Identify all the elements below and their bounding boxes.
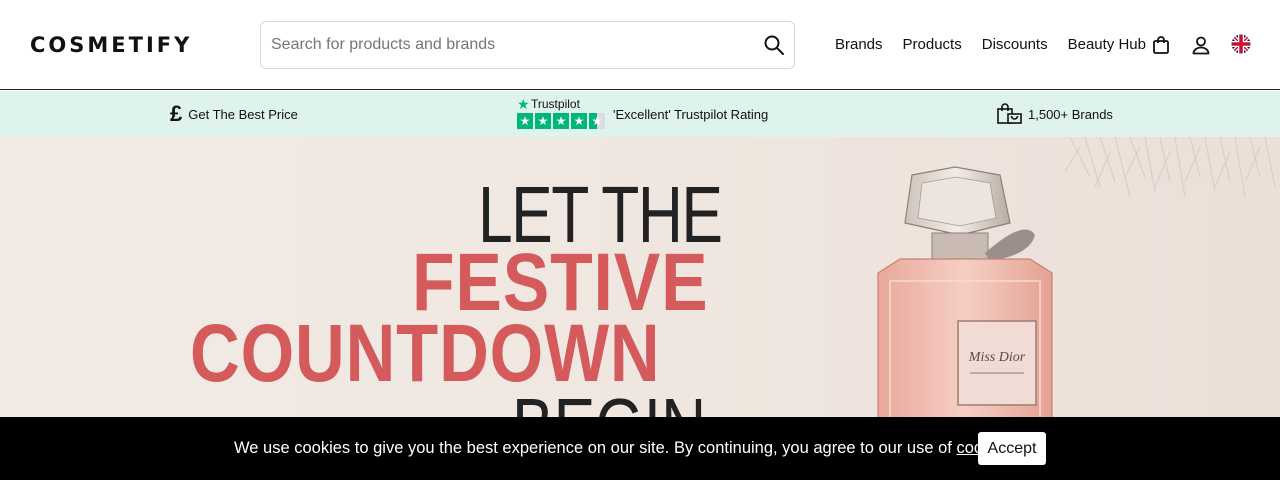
star-icon: ★	[535, 113, 551, 129]
site-header: COSMETIFY Brands Products Discounts Beau…	[0, 0, 1280, 90]
nav-products[interactable]: Products	[903, 36, 962, 53]
trustpilot-logo: ★ Trustpilot ★ ★ ★ ★ ★	[517, 96, 607, 132]
nav-beauty-hub[interactable]: Beauty Hub	[1068, 36, 1146, 53]
main-nav: Brands Products Discounts Beauty Hub	[835, 36, 1166, 53]
usp-trustpilot-text: 'Excellent' Trustpilot Rating	[613, 106, 769, 122]
cookie-text-before: We use cookies to give you the best expe…	[234, 439, 957, 457]
user-icon[interactable]	[1191, 35, 1211, 55]
usp-brands-text: 1,500+ Brands	[1028, 106, 1113, 122]
star-icon: ★	[517, 113, 533, 129]
usp-best-price: £ Get The Best Price	[170, 91, 298, 137]
accept-cookies-button[interactable]: Accept	[978, 432, 1046, 465]
search-box	[260, 21, 795, 69]
shopping-bag-icon[interactable]	[1151, 35, 1171, 55]
cookie-message: We use cookies to give you the best expe…	[234, 439, 1017, 458]
usp-bar: £ Get The Best Price ★ Trustpilot ★ ★ ★ …	[0, 91, 1280, 137]
usp-brands: 1,500+ Brands	[997, 91, 1113, 137]
uk-flag-icon[interactable]	[1231, 34, 1251, 54]
half-star-icon: ★	[589, 113, 605, 129]
usp-trustpilot[interactable]: ★ Trustpilot ★ ★ ★ ★ ★ 'Excellent' Trust…	[517, 91, 768, 137]
trustpilot-name: Trustpilot	[531, 97, 580, 111]
star-icon: ★	[553, 113, 569, 129]
search-icon[interactable]	[764, 35, 784, 55]
site-logo[interactable]: COSMETIFY	[30, 33, 192, 57]
cookie-banner: We use cookies to give you the best expe…	[0, 417, 1280, 480]
nav-discounts[interactable]: Discounts	[982, 36, 1048, 53]
nav-brands[interactable]: Brands	[835, 36, 883, 53]
usp-price-text: Get The Best Price	[188, 106, 298, 122]
star-icon: ★	[571, 113, 587, 129]
tinsel-decoration	[1064, 137, 1276, 198]
trustpilot-stars: ★ ★ ★ ★ ★	[517, 113, 605, 129]
bottle-label-text: Miss Dior	[968, 350, 1026, 365]
search-input[interactable]	[271, 22, 751, 68]
pound-icon: £	[170, 101, 183, 126]
shopping-bags-icon	[997, 103, 1022, 124]
trustpilot-star-icon: ★	[517, 96, 530, 112]
